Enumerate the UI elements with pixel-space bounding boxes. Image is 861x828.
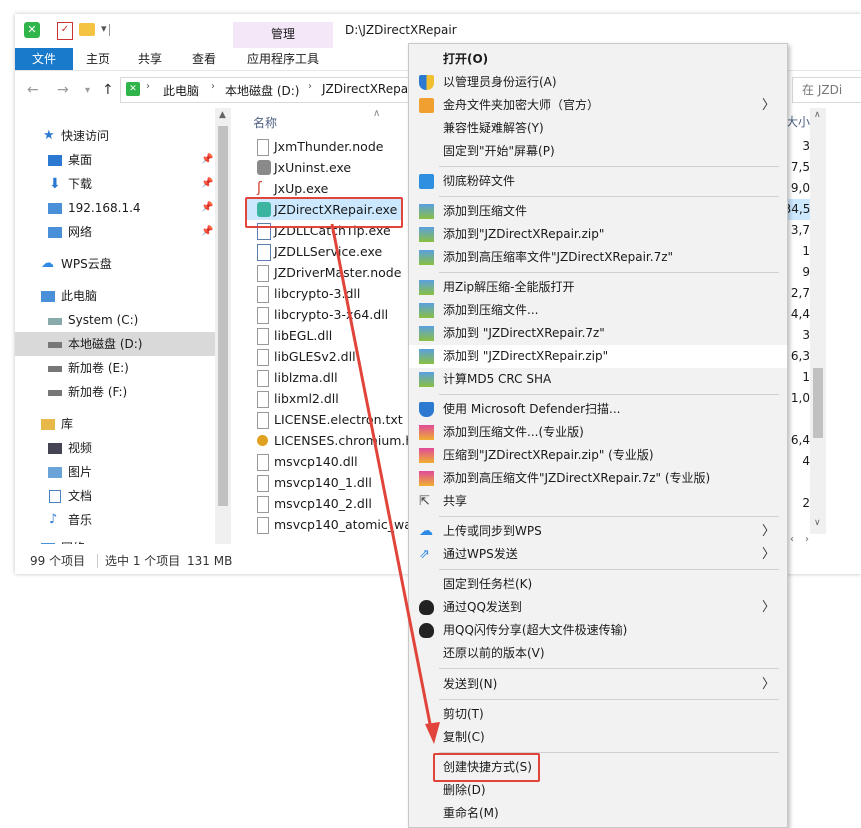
arrow-shaft	[330, 223, 434, 735]
arrow-head	[425, 722, 440, 744]
annotation-arrow	[330, 223, 440, 744]
